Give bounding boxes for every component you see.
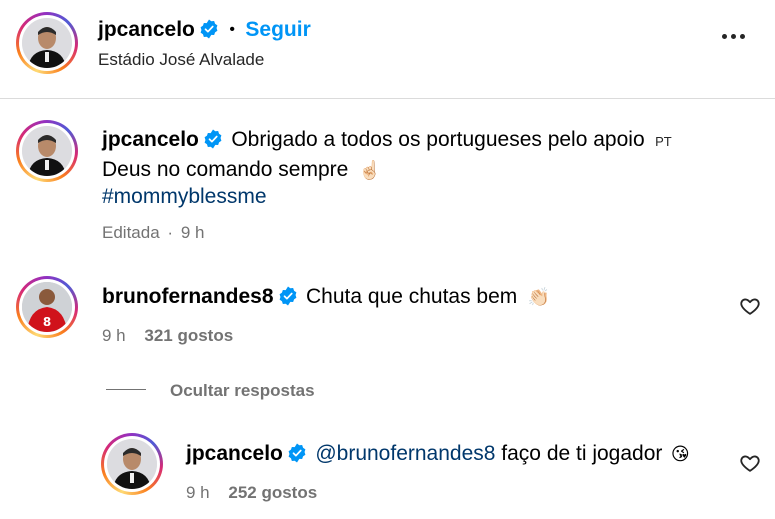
avatar-image bbox=[107, 439, 157, 489]
reply-meta: 9 h 252 gostos bbox=[186, 483, 317, 503]
replies-line bbox=[106, 389, 146, 390]
comment-avatar[interactable]: 8 bbox=[16, 276, 78, 338]
edited-label: Editada bbox=[102, 223, 160, 242]
comment-likes[interactable]: 321 gostos bbox=[144, 326, 233, 345]
comment-time[interactable]: 9 h bbox=[102, 326, 126, 345]
hide-replies-button[interactable]: Ocultar respostas bbox=[170, 381, 315, 401]
caption-username[interactable]: jpcancelo bbox=[102, 128, 199, 151]
header-username[interactable]: jpcancelo bbox=[98, 18, 195, 41]
avatar-image bbox=[22, 126, 72, 176]
reply-text: faço de ti jogador bbox=[495, 442, 663, 465]
verified-badge-icon bbox=[204, 129, 222, 149]
caption-hashtag[interactable]: #mommyblessme bbox=[102, 185, 267, 209]
reply-mention[interactable]: @brunofernandes8 bbox=[315, 442, 495, 465]
heart-icon[interactable] bbox=[739, 452, 761, 474]
reply-likes[interactable]: 252 gostos bbox=[228, 483, 317, 502]
more-options-icon[interactable] bbox=[722, 34, 745, 39]
svg-text:8: 8 bbox=[43, 315, 51, 329]
reply-username[interactable]: jpcancelo bbox=[186, 442, 283, 465]
caption-line-2: Deus no comando sempre ☝🏻 bbox=[102, 158, 381, 182]
caption-meta: Editada · 9 h bbox=[102, 223, 204, 243]
verified-badge-icon bbox=[200, 19, 218, 39]
header-avatar[interactable] bbox=[16, 12, 78, 74]
caption-text-1: Obrigado a todos os portugueses pelo apo… bbox=[231, 128, 645, 151]
avatar-image bbox=[22, 18, 72, 68]
follow-button[interactable]: Seguir bbox=[245, 18, 310, 41]
kiss-emoji: 😘 bbox=[670, 444, 690, 464]
comment-line: brunofernandes8 Chuta que chutas bem 👏🏻 bbox=[102, 285, 550, 309]
verified-badge-icon bbox=[288, 443, 306, 463]
language-tag[interactable]: PT bbox=[655, 134, 672, 149]
comment-text: Chuta que chutas bem bbox=[305, 285, 518, 308]
comment-username[interactable]: brunofernandes8 bbox=[102, 285, 274, 308]
pointing-up-emoji: ☝🏻 bbox=[358, 160, 382, 180]
caption-time[interactable]: 9 h bbox=[181, 223, 205, 242]
header-separator: • bbox=[229, 21, 235, 38]
header-user-line: jpcancelo • Seguir bbox=[98, 18, 311, 42]
clapping-emoji: 👏🏻 bbox=[527, 287, 551, 307]
reply-line: jpcancelo @brunofernandes8 faço de ti jo… bbox=[186, 442, 690, 466]
comment-meta: 9 h 321 gostos bbox=[102, 326, 233, 346]
location-label[interactable]: Estádio José Alvalade bbox=[98, 50, 264, 70]
reply-avatar[interactable] bbox=[101, 433, 163, 495]
caption-text-2: Deus no comando sempre bbox=[102, 158, 349, 181]
heart-icon[interactable] bbox=[739, 295, 761, 317]
verified-badge-icon bbox=[279, 286, 296, 306]
avatar-image: 8 bbox=[22, 282, 72, 332]
meta-dot: · bbox=[167, 223, 174, 242]
caption-avatar[interactable] bbox=[16, 120, 78, 182]
header-divider bbox=[0, 98, 775, 99]
caption-line-1: jpcancelo Obrigado a todos os portuguese… bbox=[102, 128, 672, 152]
reply-time[interactable]: 9 h bbox=[186, 483, 210, 502]
